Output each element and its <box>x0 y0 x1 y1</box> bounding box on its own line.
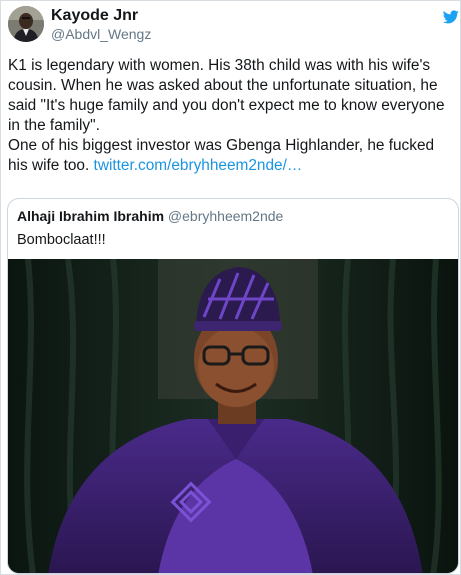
author-avatar[interactable] <box>8 6 44 42</box>
quoted-tweet-header: Alhaji Ibrahim Ibrahim @ebryhheem2nde <box>17 208 283 224</box>
tweet-paragraph-2: One of his biggest investor was Gbenga H… <box>8 136 458 176</box>
quoted-tweet-photo[interactable] <box>8 259 458 573</box>
quoted-tweet-text: Bomboclaat!!! <box>17 232 106 248</box>
author-handle[interactable]: @Abdvl_Wengz <box>51 26 151 42</box>
profile-photo-icon <box>8 6 44 42</box>
twitter-bird-icon[interactable] <box>443 10 459 24</box>
author-name[interactable]: Kayode Jnr <box>51 7 138 25</box>
quoted-author-name[interactable]: Alhaji Ibrahim Ibrahim <box>17 208 164 224</box>
quoted-tweet[interactable]: Alhaji Ibrahim Ibrahim @ebryhheem2nde Bo… <box>7 198 459 574</box>
tweet-link[interactable]: twitter.com/ebryhheem2nde/… <box>94 157 303 174</box>
portrait-photo-icon <box>8 259 458 573</box>
tweet-body: K1 is legendary with women. His 38th chi… <box>8 56 458 176</box>
tweet-card: Kayode Jnr @Abdvl_Wengz K1 is legendary … <box>0 0 461 575</box>
quoted-author-handle[interactable]: @ebryhheem2nde <box>168 208 283 224</box>
tweet-paragraph-1: K1 is legendary with women. His 38th chi… <box>8 57 445 134</box>
